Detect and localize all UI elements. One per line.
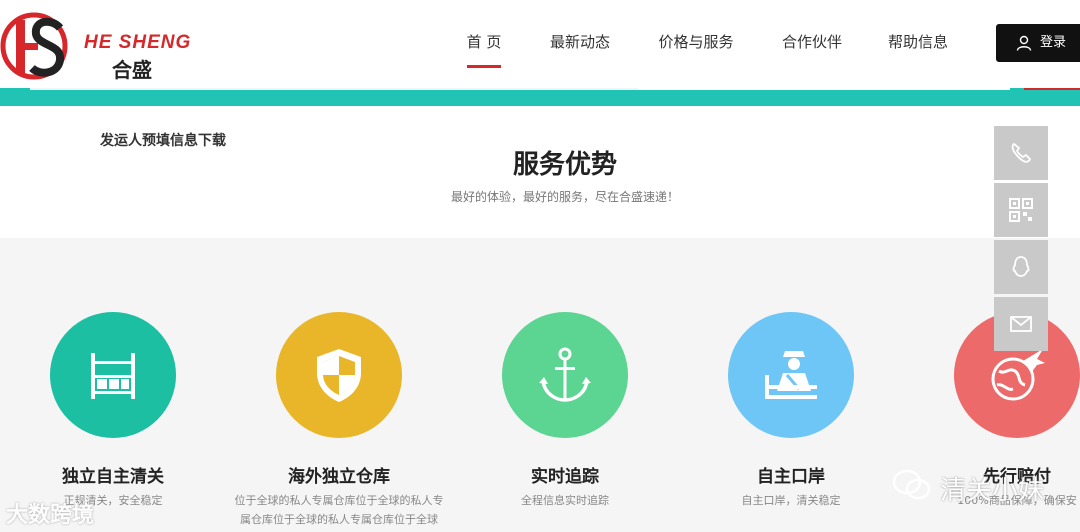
banner-strip — [0, 88, 1080, 106]
feature-title: 自主口岸 — [757, 467, 825, 487]
nav-item-news[interactable]: 最新动态 — [522, 0, 638, 88]
section-title: 服务优势 — [512, 150, 617, 180]
feature-circle — [728, 312, 854, 438]
main-nav: 首 页 最新动态 价格与服务 合作伙伴 帮助信息 — [446, 0, 966, 88]
feature-title: 独立自主清关 — [62, 467, 164, 487]
hs-logo-icon — [0, 12, 68, 80]
mail-button[interactable] — [994, 297, 1048, 351]
feature-desc: 自主口岸，清关稳定 — [741, 494, 841, 507]
floating-contact-bar — [994, 126, 1048, 354]
qq-icon — [1012, 256, 1030, 277]
brand-name-cn: 合盛 — [112, 58, 152, 82]
banner-divider — [638, 88, 1010, 90]
nav-item-partners[interactable]: 合作伙伴 — [754, 0, 870, 88]
feature-item[interactable]: 实时追踪 全程信息实时追踪 — [452, 238, 678, 532]
mail-icon — [1010, 316, 1032, 332]
watermark-right: 清关小妹 — [940, 476, 1045, 506]
customs-officer-icon — [765, 351, 817, 399]
user-icon — [1016, 35, 1032, 51]
login-label: 登录 — [1040, 35, 1067, 50]
feature-item[interactable]: 独立自主清关 正规清关，安全稳定 — [0, 238, 226, 532]
site-logo[interactable]: HE SHENG 合盛 — [0, 10, 200, 82]
phone-button[interactable] — [994, 126, 1048, 180]
site-header: HE SHENG 合盛 首 页 最新动态 价格与服务 合作伙伴 帮助信息 登录 — [0, 0, 1080, 88]
feature-circle — [50, 312, 176, 438]
banner-divider — [30, 88, 638, 90]
anchor-icon — [539, 347, 591, 402]
feature-desc: 全程信息实时追踪 — [521, 494, 609, 507]
feature-desc: 位于全球的私人专属仓库位于全球的私人专属仓库位于全球的私人专属仓库位于全球的..… — [234, 494, 444, 526]
feature-circle — [502, 312, 628, 438]
shield-icon — [317, 349, 361, 402]
feature-item[interactable]: 自主口岸 自主口岸，清关稳定 — [678, 238, 904, 532]
globe-plane-icon — [991, 349, 1045, 401]
nav-item-pricing[interactable]: 价格与服务 — [638, 0, 754, 88]
nav-item-help[interactable]: 帮助信息 — [870, 0, 966, 88]
service-header-section: 发运人预填信息下载 服务优势 最好的体验，最好的服务，尽在合盛速递！ — [0, 106, 1080, 238]
shelf-icon — [91, 353, 135, 399]
login-button[interactable]: 登录 — [996, 24, 1080, 62]
brand-name-en: HE SHENG — [84, 32, 192, 53]
feature-circle — [276, 312, 402, 438]
feature-item[interactable]: 海外独立仓库 位于全球的私人专属仓库位于全球的私人专属仓库位于全球的私人专属仓库… — [226, 238, 452, 532]
feature-title: 实时追踪 — [531, 467, 599, 487]
section-subtitle: 最好的体验，最好的服务，尽在合盛速递！ — [450, 190, 679, 204]
nav-item-home[interactable]: 首 页 — [446, 0, 522, 88]
qrcode-icon — [1009, 198, 1033, 222]
banner-accent — [1024, 88, 1080, 90]
watermark-left: 大数跨境 — [6, 503, 95, 528]
qq-button[interactable] — [994, 240, 1048, 294]
phone-icon — [1011, 142, 1031, 163]
wechat-icon — [892, 469, 931, 500]
feature-title: 海外独立仓库 — [288, 467, 390, 487]
qrcode-button[interactable] — [994, 183, 1048, 237]
